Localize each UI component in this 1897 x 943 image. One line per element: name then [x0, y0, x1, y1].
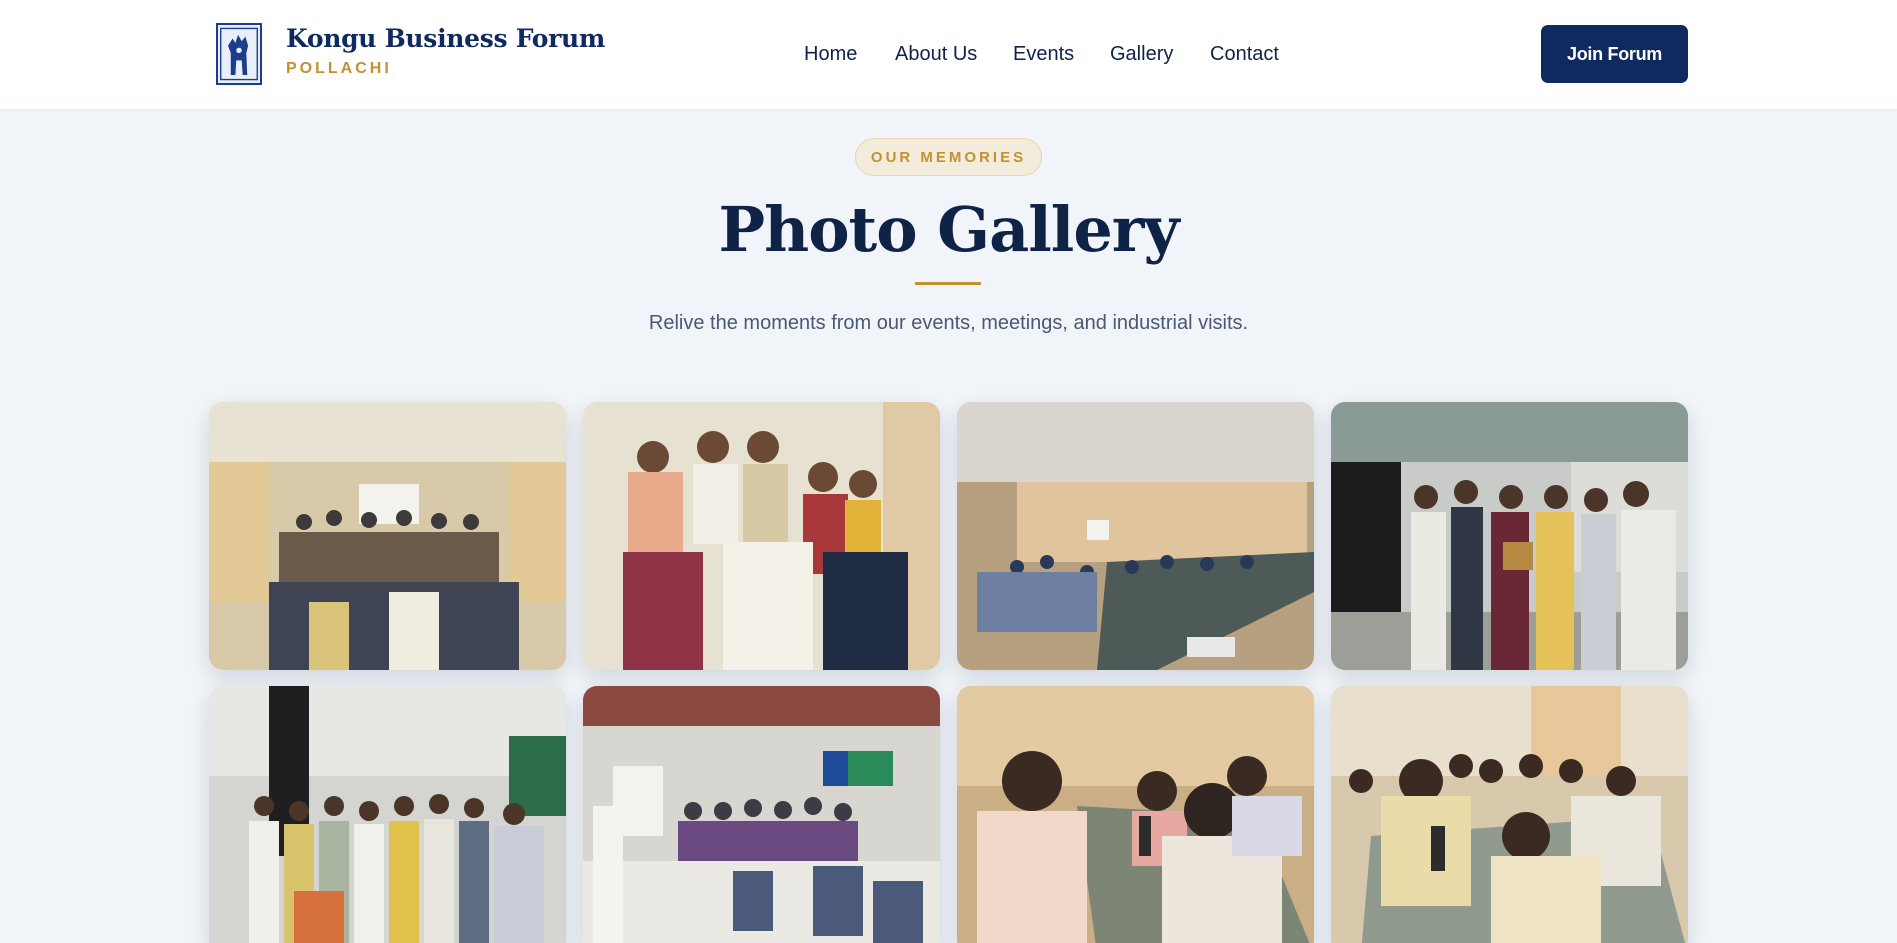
section-eyebrow-badge: OUR MEMORIES: [855, 138, 1042, 176]
gallery-photo-7[interactable]: [957, 686, 1314, 943]
title-divider: [915, 282, 981, 285]
brand-subtitle: POLLACHI: [286, 60, 392, 77]
forum-emblem-icon[interactable]: [216, 23, 262, 85]
gallery-photo-3[interactable]: [957, 402, 1314, 670]
gallery-photo-8[interactable]: [1331, 686, 1688, 943]
brand-title[interactable]: Kongu Business Forum: [286, 24, 605, 53]
site-header: Kongu Business Forum POLLACHI Home About…: [0, 0, 1897, 109]
nav-events[interactable]: Events: [1013, 43, 1074, 66]
nav-home[interactable]: Home: [804, 43, 857, 66]
nav-gallery[interactable]: Gallery: [1110, 43, 1173, 66]
gallery-photo-1[interactable]: [209, 402, 566, 670]
nav-about-us[interactable]: About Us: [895, 43, 977, 66]
page-title: Photo Gallery: [718, 193, 1180, 266]
section-subtitle: Relive the moments from our events, meet…: [648, 312, 1249, 334]
join-forum-button[interactable]: Join Forum: [1541, 25, 1688, 83]
gallery-photo-5[interactable]: [209, 686, 566, 943]
nav-contact[interactable]: Contact: [1210, 43, 1279, 66]
gallery-photo-6[interactable]: [583, 686, 940, 943]
gallery-photo-4[interactable]: [1331, 402, 1688, 670]
gallery-photo-2[interactable]: [583, 402, 940, 670]
